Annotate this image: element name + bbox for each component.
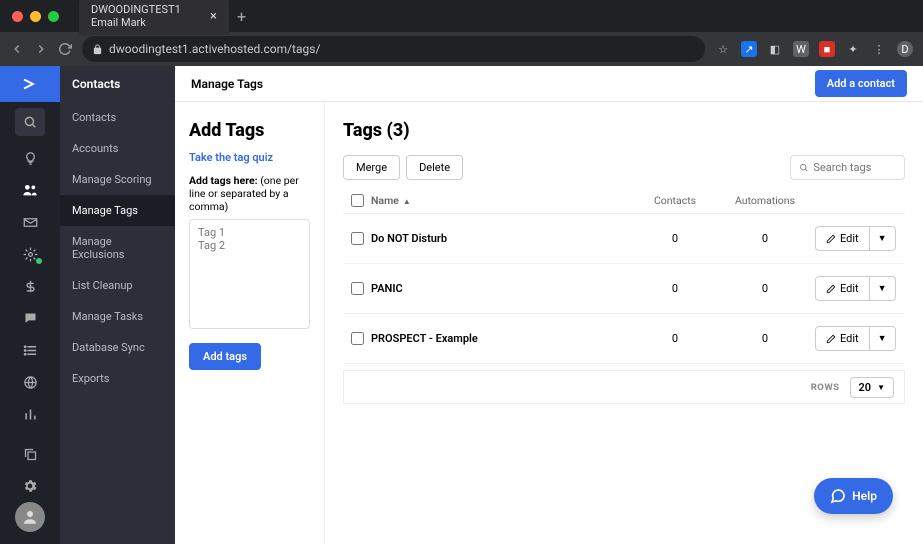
close-tab-icon[interactable]: × (210, 9, 217, 24)
pencil-icon (826, 284, 836, 294)
browser-menu-icon[interactable]: ⋮ (871, 41, 887, 57)
tag-quiz-link[interactable]: Take the tag quiz (189, 151, 310, 164)
sidebar-item-manage-exclusions[interactable]: Manage Exclusions (60, 226, 175, 270)
close-window-icon[interactable] (12, 11, 23, 22)
edit-button[interactable]: Edit (815, 276, 870, 301)
row-menu-button[interactable]: ▼ (870, 326, 896, 351)
tags-title: Tags (3) (343, 120, 905, 141)
pagination-bar: ROWS 20 ▼ (343, 370, 905, 404)
tag-automations: 0 (715, 282, 815, 295)
extension-icon[interactable]: W (793, 41, 809, 57)
conversations-icon[interactable] (0, 302, 60, 334)
reload-button[interactable] (58, 42, 72, 56)
sidebar-item-manage-tasks[interactable]: Manage Tasks (60, 301, 175, 332)
sidebar-item-accounts[interactable]: Accounts (60, 133, 175, 164)
add-tags-button[interactable]: Add tags (189, 343, 261, 370)
tag-contacts: 0 (635, 282, 715, 295)
search-tags-box[interactable] (790, 155, 905, 180)
app-logo[interactable] (0, 66, 60, 102)
extension-icon[interactable]: ↗ (741, 41, 757, 57)
row-menu-button[interactable]: ▼ (870, 226, 896, 251)
row-checkbox[interactable] (351, 232, 364, 245)
tag-name: Do NOT Disturb (371, 232, 635, 245)
globe-icon[interactable] (0, 366, 60, 398)
settings-icon[interactable] (0, 470, 60, 502)
select-all-checkbox[interactable] (351, 194, 364, 207)
col-automations[interactable]: Automations (715, 194, 815, 207)
rows-label: ROWS (811, 382, 840, 393)
address-bar[interactable]: dwoodingtest1.activehosted.com/tags/ (82, 36, 705, 62)
tag-contacts: 0 (635, 232, 715, 245)
icon-rail (0, 66, 60, 544)
tab-title: DWOODINGTEST1 Email Mark (91, 3, 202, 29)
sidebar: Contacts Contacts Accounts Manage Scorin… (60, 66, 175, 544)
reports-icon[interactable] (0, 398, 60, 430)
pencil-icon (826, 334, 836, 344)
forward-button[interactable] (34, 42, 48, 56)
contacts-icon[interactable] (0, 174, 60, 206)
row-menu-button[interactable]: ▼ (870, 276, 896, 301)
deals-icon[interactable] (0, 238, 60, 270)
add-tags-hint: Add tags here: (one per line or separate… (189, 174, 310, 213)
edit-button[interactable]: Edit (815, 326, 870, 351)
profile-avatar[interactable]: D (897, 41, 913, 57)
url-text: dwoodingtest1.activehosted.com/tags/ (109, 42, 320, 56)
delete-button[interactable]: Delete (406, 155, 463, 180)
table-row: Do NOT Disturb 0 0 Edit ▼ (343, 214, 905, 264)
tags-textarea[interactable] (189, 219, 310, 329)
page-title: Manage Tags (191, 77, 263, 91)
extension-icon[interactable]: ◧ (767, 41, 783, 57)
search-tags-input[interactable] (813, 161, 896, 174)
sidebar-item-contacts[interactable]: Contacts (60, 102, 175, 133)
sidebar-item-manage-scoring[interactable]: Manage Scoring (60, 164, 175, 195)
sort-asc-icon: ▲ (401, 197, 411, 206)
search-icon (799, 162, 808, 173)
tag-name: PANIC (371, 282, 635, 295)
add-tags-panel: Add Tags Take the tag quiz Add tags here… (175, 102, 325, 544)
lightbulb-icon[interactable] (0, 142, 60, 174)
chat-icon (830, 488, 846, 504)
sidebar-item-database-sync[interactable]: Database Sync (60, 332, 175, 363)
table-row: PROSPECT - Example 0 0 Edit ▼ (343, 314, 905, 364)
extensions-menu-icon[interactable]: ✦ (845, 41, 861, 57)
mail-icon[interactable] (0, 206, 60, 238)
sidebar-header: Contacts (60, 66, 175, 102)
tag-name: PROSPECT - Example (371, 332, 635, 345)
browser-tab[interactable]: DWOODINGTEST1 Email Mark × (79, 0, 229, 35)
edit-button[interactable]: Edit (815, 226, 870, 251)
browser-titlebar: DWOODINGTEST1 Email Mark × + (0, 0, 923, 32)
sidebar-item-exports[interactable]: Exports (60, 363, 175, 394)
tag-automations: 0 (715, 332, 815, 345)
extension-icon[interactable]: ■ (819, 41, 835, 57)
rows-select[interactable]: 20 ▼ (850, 377, 895, 398)
add-tags-title: Add Tags (189, 120, 310, 141)
pencil-icon (826, 234, 836, 244)
add-contact-button[interactable]: Add a contact (815, 70, 907, 97)
tag-contacts: 0 (635, 332, 715, 345)
minimize-window-icon[interactable] (30, 11, 41, 22)
col-contacts[interactable]: Contacts (635, 194, 715, 207)
sidebar-item-manage-tags[interactable]: Manage Tags (60, 195, 175, 226)
sidebar-item-list-cleanup[interactable]: List Cleanup (60, 270, 175, 301)
row-checkbox[interactable] (351, 282, 364, 295)
chevron-down-icon: ▼ (877, 383, 885, 392)
new-tab-button[interactable]: + (237, 7, 246, 26)
copy-icon[interactable] (0, 438, 60, 470)
merge-button[interactable]: Merge (343, 155, 400, 180)
list-icon[interactable] (0, 334, 60, 366)
table-row: PANIC 0 0 Edit ▼ (343, 264, 905, 314)
col-name[interactable]: Name ▲ (371, 194, 635, 207)
user-avatar[interactable] (15, 502, 45, 532)
bookmark-icon[interactable]: ☆ (715, 41, 731, 57)
search-icon[interactable] (15, 108, 45, 136)
dollar-icon[interactable] (0, 270, 60, 302)
back-button[interactable] (10, 42, 24, 56)
help-button[interactable]: Help (814, 478, 893, 514)
maximize-window-icon[interactable] (48, 11, 59, 22)
row-checkbox[interactable] (351, 332, 364, 345)
lock-icon (92, 44, 103, 55)
tag-automations: 0 (715, 232, 815, 245)
